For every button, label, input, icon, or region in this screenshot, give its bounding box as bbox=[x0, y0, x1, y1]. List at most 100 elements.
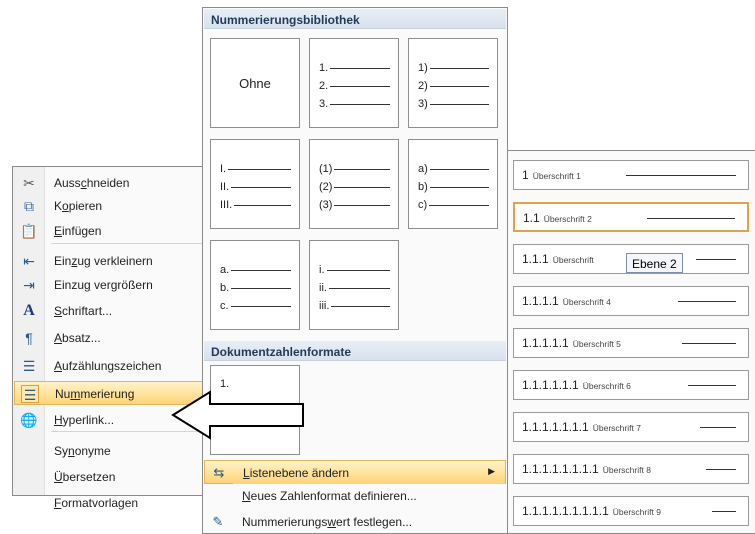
label-part: m bbox=[70, 387, 81, 401]
list-level-option[interactable]: 1.1 Überschrift 2 bbox=[513, 202, 749, 232]
menu-item-label: Ausschneiden bbox=[54, 176, 129, 190]
label-part: w bbox=[327, 515, 337, 529]
list-level-icon: ⇆ bbox=[213, 465, 225, 480]
menu-item-label: Aufzählungszeichen bbox=[54, 359, 161, 373]
label-part: ormatvorlagen bbox=[61, 496, 139, 510]
menu-item-paragraph[interactable]: ¶ Absatz... bbox=[14, 326, 205, 350]
menu-item-paste[interactable]: 📋 Einfügen bbox=[14, 219, 205, 243]
label-part: ufzählungszeichen bbox=[62, 359, 162, 373]
numbering-line: 3. bbox=[319, 98, 390, 112]
list-level-option[interactable]: 1.1.1.1 Überschrift 4 bbox=[513, 286, 749, 316]
label-part: bersetzen bbox=[62, 470, 116, 484]
label-part: Nummerierungs bbox=[242, 515, 328, 529]
numbering-none-tile[interactable]: Ohne bbox=[210, 38, 300, 128]
number-label: II. bbox=[220, 181, 232, 193]
gallery-menu-item[interactable]: ✎ Nummerierungswert festlegen... bbox=[204, 510, 506, 534]
menu-item-label: Synonyme bbox=[54, 444, 111, 458]
label-part: o bbox=[62, 199, 69, 213]
label-part: Nu bbox=[55, 387, 71, 401]
label-part: Einzu bbox=[54, 278, 85, 292]
list-level-option[interactable]: 1 Überschrift 1 bbox=[513, 160, 749, 190]
numbering-format-tile[interactable]: a. b. c. bbox=[210, 240, 300, 330]
menu-item-bullets[interactable]: ☰ Aufzählungszeichen bbox=[14, 354, 205, 378]
menu-item-copy[interactable]: ⧉ Kopieren bbox=[14, 194, 205, 218]
label-part: yperlink... bbox=[62, 413, 115, 427]
number-label: 2. bbox=[319, 80, 331, 92]
label-part: eues Zahlenformat definieren... bbox=[250, 489, 417, 503]
line-rule bbox=[220, 169, 291, 170]
gallery-menu-item[interactable]: Neues Zahlenformat definieren... bbox=[204, 484, 506, 508]
list-level-option[interactable]: 1.1.1.1.1.1 Überschrift 6 bbox=[513, 370, 749, 400]
scissors-icon: ✂ bbox=[23, 175, 35, 191]
none-label: Ohne bbox=[239, 76, 271, 91]
numbering-format-tile[interactable]: (1) (2) (3) bbox=[309, 139, 399, 229]
set-value-icon: ✎ bbox=[212, 514, 224, 529]
list-level-option[interactable]: 1.1.1.1.1.1.1.1.1 Überschrift 9 bbox=[513, 496, 749, 526]
level-number-text: 1.1.1.1.1.1 bbox=[522, 378, 579, 392]
level-heading-text: Überschrift bbox=[552, 255, 594, 265]
numbering-format-tile[interactable]: i. ii. iii. bbox=[309, 240, 399, 330]
numbering-line: 1) bbox=[418, 62, 489, 76]
numbering-line: 2. bbox=[319, 80, 390, 94]
list-level-option[interactable]: 1.1.1.1.1.1.1 Überschrift 7 bbox=[513, 412, 749, 442]
number-label: 1) bbox=[418, 62, 430, 74]
menu-item-font[interactable]: A Schriftart... bbox=[14, 299, 205, 323]
label-part: vergrößern bbox=[90, 278, 153, 292]
number-label: I. bbox=[220, 163, 229, 175]
level-number: 1.1.1.1.1.1 Überschrift 6 bbox=[522, 378, 631, 392]
decrease-indent-icon: ⇤ bbox=[23, 253, 35, 269]
numbering-line: c. bbox=[220, 300, 291, 314]
menu-item-styles[interactable]: Formatvorlagen bbox=[14, 491, 205, 515]
numbering-line: (1) bbox=[319, 163, 390, 177]
label-part: Ein bbox=[54, 254, 72, 268]
level-rule bbox=[706, 469, 736, 470]
level-number: 1.1.1.1.1.1.1.1 Überschrift 8 bbox=[522, 462, 651, 476]
level-rule bbox=[678, 301, 736, 302]
level-rule bbox=[682, 343, 736, 344]
line-rule bbox=[319, 270, 390, 271]
menu-item-translate[interactable]: Übersetzen bbox=[14, 465, 205, 489]
label-part: hneiden bbox=[86, 176, 130, 190]
level-number: 1.1.1.1.1.1.1 Überschrift 7 bbox=[522, 420, 641, 434]
number-label: (2) bbox=[319, 181, 335, 193]
line-rule bbox=[319, 288, 390, 289]
list-level-option[interactable]: 1.1.1.1.1 Überschrift 5 bbox=[513, 328, 749, 358]
list-level-option[interactable]: 1.1.1.1.1.1.1.1 Überschrift 8 bbox=[513, 454, 749, 484]
gallery-menu-item[interactable]: ⇆ Listenebene ändern ▶ bbox=[204, 460, 506, 484]
numbering-format-tile[interactable]: a) b) c) bbox=[408, 139, 498, 229]
menu-item-decrease-indent[interactable]: ⇤ Einzug verkleinern bbox=[14, 249, 205, 273]
menu-separator bbox=[51, 243, 202, 244]
number-label: 2) bbox=[418, 80, 430, 92]
label-part: H bbox=[54, 413, 63, 427]
menu-item-label: Formatvorlagen bbox=[54, 496, 138, 510]
numbering-format-tile[interactable]: 1) 2) 3) bbox=[408, 38, 498, 128]
label-part: bsatz... bbox=[62, 331, 101, 345]
pointer-arrow-icon bbox=[171, 390, 304, 440]
numbering-format-tile[interactable]: 1. 2. 3. bbox=[309, 38, 399, 128]
gallery-menu-label: Neues Zahlenformat definieren... bbox=[242, 489, 417, 503]
numbering-line: III. bbox=[220, 199, 291, 213]
level-heading-text: Überschrift 6 bbox=[582, 381, 631, 391]
level-number: 1.1.1.1.1 Überschrift 5 bbox=[522, 336, 621, 350]
paste-icon: 📋 bbox=[20, 223, 38, 239]
numbering-line: a) bbox=[418, 163, 489, 177]
level-number-text: 1.1.1.1.1.1.1.1 bbox=[522, 462, 599, 476]
hyperlink-icon: 🌐 bbox=[20, 412, 38, 428]
menu-item-increase-indent[interactable]: ⇥ Einzug vergrößern bbox=[14, 273, 205, 297]
level-heading-text: Überschrift 9 bbox=[612, 507, 661, 517]
level-number-text: 1.1.1.1.1.1.1 bbox=[522, 420, 589, 434]
level-heading-text: Überschrift 7 bbox=[592, 423, 641, 433]
line-rule bbox=[220, 306, 291, 307]
menu-item-label: Einfügen bbox=[54, 224, 101, 238]
label-part: infügen bbox=[62, 224, 102, 238]
menu-item-label: Einzug verkleinern bbox=[54, 254, 153, 268]
numbering-format-tile[interactable]: I. II. III. bbox=[210, 139, 300, 229]
menu-item-label: Einzug vergrößern bbox=[54, 278, 153, 292]
label-part: chriftart... bbox=[62, 304, 113, 318]
numbering-line: (2) bbox=[319, 181, 390, 195]
numbering-line: i. bbox=[319, 264, 390, 278]
label-part: L bbox=[243, 466, 250, 480]
level-number-text: 1.1.1 bbox=[522, 252, 549, 266]
menu-item-cut[interactable]: ✂ Ausschneiden bbox=[14, 171, 205, 195]
numbering-line: b) bbox=[418, 181, 489, 195]
